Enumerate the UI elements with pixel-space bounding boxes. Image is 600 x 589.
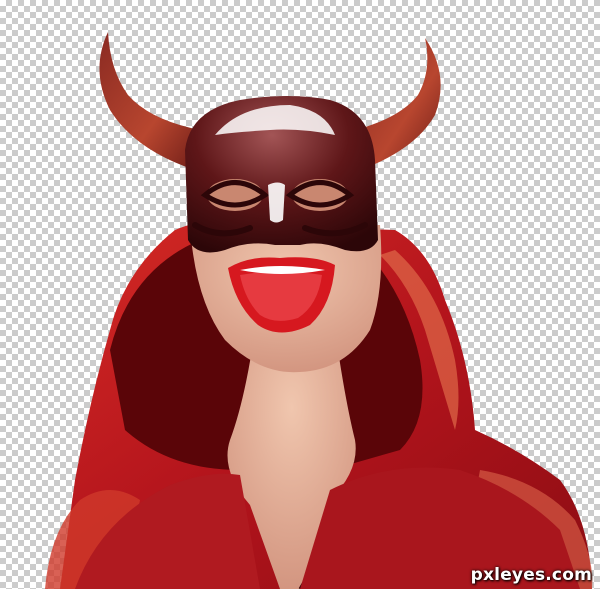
mask-nose (268, 182, 285, 223)
watermark-text: pxleyes.com (470, 565, 592, 585)
devil-mask-portrait-icon (45, 32, 593, 589)
left-horn (99, 32, 200, 170)
